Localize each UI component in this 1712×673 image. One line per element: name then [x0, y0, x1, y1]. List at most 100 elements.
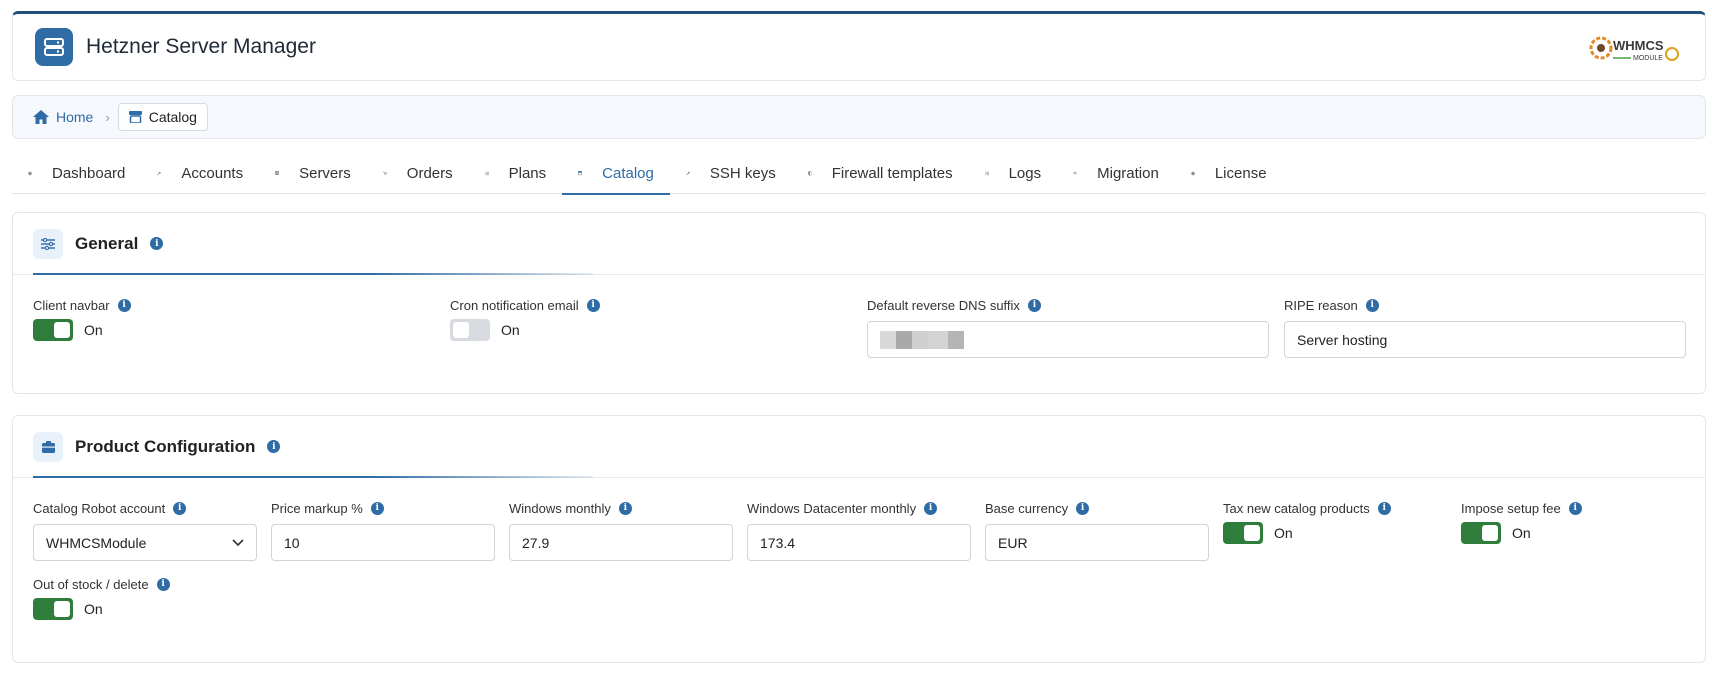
home-icon	[33, 110, 49, 124]
arrows-icon	[1073, 167, 1087, 179]
info-icon[interactable]: i	[267, 440, 281, 453]
robot-account-value: WHMCSModule	[46, 534, 147, 551]
price-markup-field: Price markup % i 10	[271, 500, 495, 561]
tab-license[interactable]: License	[1175, 152, 1283, 194]
general-card: General i Client navbar i On Cron notific…	[12, 212, 1706, 394]
setup-fee-state: On	[1512, 525, 1531, 541]
robot-account-label: Catalog Robot account	[33, 500, 166, 516]
store-icon	[578, 167, 592, 179]
box-icon	[33, 431, 63, 462]
rdns-suffix-input[interactable]	[867, 321, 1269, 358]
breadcrumb: Home › Catalog	[12, 95, 1706, 139]
gauge-icon	[28, 167, 42, 180]
svg-text:MODULE: MODULE	[1633, 55, 1663, 62]
tab-orders[interactable]: Orders	[367, 152, 469, 194]
info-icon[interactable]: i	[1076, 501, 1090, 515]
tab-label: Plans	[508, 164, 547, 182]
setup-fee-label: Impose setup fee	[1461, 500, 1561, 516]
info-icon[interactable]: i	[1027, 298, 1041, 312]
product-config-card-header: Product Configuration i	[13, 416, 1705, 478]
tab-servers[interactable]: Servers	[259, 152, 367, 194]
info-icon[interactable]: i	[173, 501, 187, 515]
tab-label: Orders	[406, 164, 453, 182]
out-of-stock-field: Out of stock / delete i On	[33, 576, 170, 620]
cron-email-label: Cron notification email	[450, 297, 579, 313]
setup-fee-toggle[interactable]	[1461, 522, 1501, 544]
tab-plans[interactable]: Plans	[469, 152, 563, 194]
tab-ssh-keys[interactable]: SSH keys	[670, 152, 792, 194]
windows-dc-monthly-input[interactable]: 173.4	[747, 524, 971, 561]
ripe-reason-input[interactable]: Server hosting	[1284, 321, 1686, 358]
price-markup-label: Price markup %	[271, 500, 363, 516]
tab-label: Accounts	[181, 164, 244, 182]
price-markup-input[interactable]: 10	[271, 524, 495, 561]
tab-label: SSH keys	[709, 164, 776, 182]
tab-label: License	[1214, 164, 1267, 182]
server-icon	[275, 167, 289, 179]
server-stack-icon	[35, 28, 73, 66]
out-of-stock-toggle[interactable]	[33, 598, 73, 620]
general-title: General	[75, 233, 139, 253]
app-title: Hetzner Server Manager	[86, 35, 316, 58]
info-icon[interactable]: i	[1365, 298, 1379, 312]
info-icon[interactable]: i	[370, 501, 384, 515]
windows-dc-monthly-field: Windows Datacenter monthly i 173.4	[747, 500, 971, 561]
windows-monthly-label: Windows monthly	[509, 500, 611, 516]
badge-icon	[1190, 167, 1205, 180]
info-icon[interactable]: i	[586, 298, 600, 312]
windows-dc-monthly-label: Windows Datacenter monthly	[747, 500, 917, 516]
svg-text:WHMCS: WHMCS	[1613, 38, 1664, 53]
cron-email-state: On	[501, 322, 520, 338]
base-currency-input[interactable]: EUR	[985, 524, 1209, 561]
robot-account-select[interactable]: WHMCSModule	[33, 524, 257, 561]
store-icon	[128, 111, 142, 123]
base-currency-field: Base currency i EUR	[985, 500, 1209, 561]
info-icon[interactable]: i	[1377, 501, 1391, 515]
ripe-reason-label: RIPE reason	[1284, 297, 1358, 313]
tax-new-field: Tax new catalog products i On	[1223, 500, 1391, 544]
rdns-suffix-label: Default reverse DNS suffix	[867, 297, 1020, 313]
windows-monthly-input[interactable]: 27.9	[509, 524, 733, 561]
tab-accounts[interactable]: Accounts	[141, 152, 259, 194]
tab-label: Logs	[1008, 164, 1042, 182]
tab-logs[interactable]: Logs	[969, 152, 1058, 194]
tab-label: Catalog	[602, 164, 654, 182]
client-navbar-label: Client navbar	[33, 297, 110, 313]
tax-new-toggle[interactable]	[1223, 522, 1263, 544]
tab-firewall-templates[interactable]: Firewall templates	[792, 152, 969, 194]
out-of-stock-label: Out of stock / delete	[33, 576, 149, 592]
tab-dashboard[interactable]: Dashboard	[12, 152, 141, 194]
product-config-title: Product Configuration	[75, 436, 256, 456]
list-icon	[984, 168, 999, 179]
tax-new-state: On	[1274, 525, 1293, 541]
product-config-card: Product Configuration i Catalog Robot ac…	[12, 415, 1706, 663]
info-icon[interactable]: i	[150, 237, 164, 250]
nav-tabs: Dashboard Accounts Servers Orders Plans …	[12, 152, 1706, 195]
client-navbar-toggle[interactable]	[33, 319, 73, 341]
client-navbar-state: On	[84, 322, 103, 338]
whmcs-module-logo: WHMCS MODULE	[1587, 32, 1683, 64]
tab-label: Migration	[1097, 164, 1159, 182]
general-card-header: General i	[13, 213, 1705, 275]
ripe-reason-field: RIPE reason i Server hosting	[1284, 297, 1686, 358]
redacted-value	[880, 330, 964, 349]
tab-label: Dashboard	[52, 164, 126, 182]
tab-migration[interactable]: Migration	[1057, 152, 1175, 194]
info-icon[interactable]: i	[924, 501, 938, 515]
info-icon[interactable]: i	[117, 298, 131, 312]
key-icon	[157, 167, 171, 180]
cron-email-toggle[interactable]	[450, 319, 490, 341]
rdns-suffix-field: Default reverse DNS suffix i	[867, 297, 1269, 358]
shield-icon	[807, 167, 822, 180]
cart-icon	[382, 167, 397, 180]
breadcrumb-current: Catalog	[117, 103, 208, 131]
chevron-right-icon: ›	[105, 109, 110, 125]
robot-account-field: Catalog Robot account i WHMCSModule	[33, 500, 257, 561]
info-icon[interactable]: i	[156, 577, 170, 591]
tab-label: Servers	[299, 164, 351, 182]
info-icon[interactable]: i	[1568, 501, 1582, 515]
info-icon[interactable]: i	[618, 501, 632, 515]
breadcrumb-home-link[interactable]: Home	[33, 109, 93, 125]
tab-catalog[interactable]: Catalog	[562, 152, 670, 195]
chevron-down-icon	[232, 538, 244, 546]
